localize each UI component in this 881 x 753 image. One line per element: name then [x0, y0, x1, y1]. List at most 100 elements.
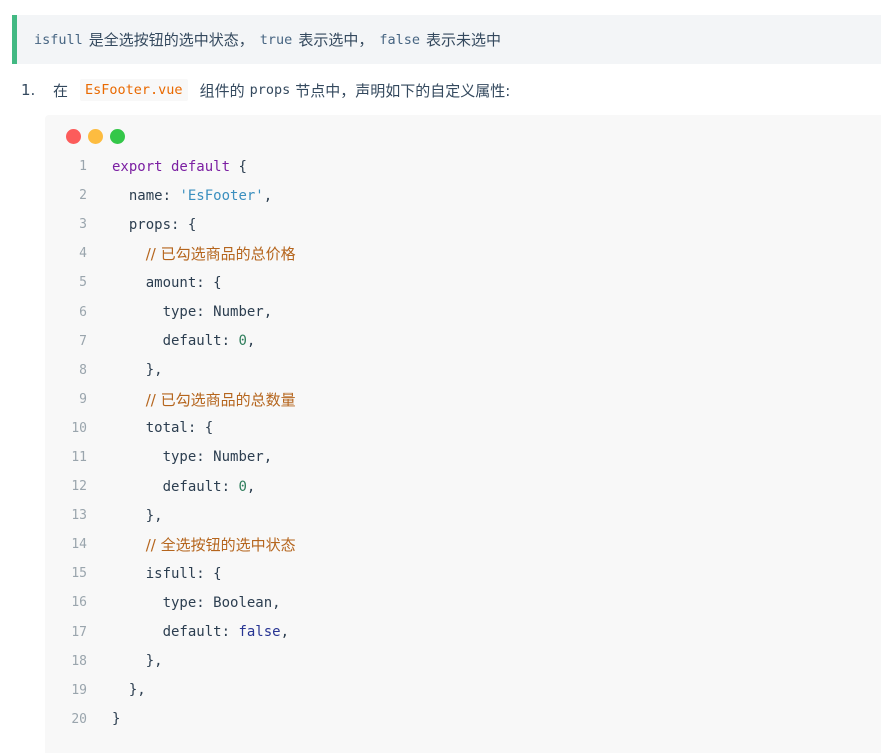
line-number: 20	[71, 711, 87, 727]
code-text: },	[112, 508, 163, 524]
code-token-comment: // 已勾选商品的总价格	[145, 245, 296, 264]
code-line: 2 name: 'EsFooter',	[45, 181, 881, 210]
tip-note: isfull 是全选按钮的选中状态， true 表示选中， false 表示未选…	[12, 15, 881, 64]
tip-text-1: 是全选按钮的选中状态，	[88, 31, 254, 49]
code-line: 6 type: Number,	[45, 297, 881, 326]
code-token-number: 0	[238, 333, 247, 350]
code-line: 11 type: Number,	[45, 443, 881, 472]
inline-code-true: true	[259, 31, 293, 48]
code-token-class: Number	[213, 304, 264, 321]
code-token-plain: type	[162, 449, 197, 466]
code-token-number: 0	[238, 478, 247, 495]
line-number: 11	[71, 449, 87, 465]
line-number: 18	[71, 653, 87, 669]
code-text: type: Number,	[112, 449, 273, 466]
code-token-plain: default	[162, 333, 222, 350]
code-text: default: 0,	[112, 478, 256, 495]
code-token-punct: {	[230, 158, 247, 175]
code-token-plain: default	[162, 624, 222, 641]
code-token-punct: :	[196, 594, 214, 611]
code-text: total: {	[112, 420, 213, 436]
line-number: 9	[79, 391, 87, 407]
code-text: },	[112, 362, 163, 378]
line-number: 17	[71, 624, 87, 640]
code-token-punct: :	[221, 624, 239, 641]
line-number: 5	[79, 275, 87, 291]
code-token-punct: },	[128, 682, 146, 699]
code-token-punct: }	[112, 711, 121, 728]
props-code: props	[249, 82, 291, 98]
line-number: 2	[79, 188, 87, 204]
code-token-plain: type	[162, 594, 197, 611]
code-token-punct: },	[145, 507, 163, 524]
code-text: // 全选按钮的选中状态	[112, 534, 296, 555]
list-text-mid: 组件的	[199, 81, 245, 100]
code-token-punct: },	[145, 362, 163, 379]
code-token-class: Number	[213, 449, 264, 466]
code-token-bool: false	[238, 624, 281, 641]
line-number: 14	[71, 537, 87, 553]
code-token-plain: total	[145, 420, 188, 437]
code-line: 15 isfull: {	[45, 559, 881, 588]
code-token-comment: // 已勾选商品的总数量	[145, 390, 296, 409]
list-item: 1. 在 EsFooter.vue 组件的 props 节点中，声明如下的自定义…	[21, 77, 510, 103]
line-number: 13	[71, 508, 87, 524]
code-line: 19 },	[45, 676, 881, 705]
list-number: 1.	[21, 81, 36, 99]
list-text-prefix: 在	[53, 81, 69, 100]
code-text: default: 0,	[112, 333, 256, 350]
code-lines: 1 export default {2 name: 'EsFooter', 3 pr…	[45, 152, 881, 734]
code-text: }	[112, 711, 120, 727]
code-text: amount: {	[112, 275, 222, 291]
code-line: 18 },	[45, 647, 881, 676]
code-token-punct: : {	[196, 274, 222, 291]
line-number: 12	[71, 479, 87, 495]
code-line: 20}	[45, 705, 881, 734]
code-token-keyword: export default	[112, 158, 231, 175]
code-block: 1 export default {2 name: 'EsFooter', 3 pr…	[45, 115, 881, 753]
tip-text-2: 表示选中，	[298, 31, 374, 49]
list-text-suffix: 节点中，声明如下的自定义属性:	[295, 81, 511, 100]
code-token-punct: ,	[280, 624, 290, 641]
code-token-punct: ,	[263, 449, 273, 466]
line-number: 15	[71, 566, 87, 582]
code-token-punct: ,	[263, 304, 273, 321]
code-line: 13 },	[45, 501, 881, 530]
green-dot-icon	[110, 129, 125, 144]
code-line: 9 // 已勾选商品的总数量	[45, 385, 881, 414]
code-line: 5 amount: {	[45, 268, 881, 297]
code-text: name: 'EsFooter',	[112, 188, 272, 204]
code-token-plain: isfull	[145, 565, 197, 582]
code-token-punct: : {	[196, 565, 222, 582]
code-text: isfull: {	[112, 566, 222, 582]
code-token-comment: // 全选按钮的选中状态	[145, 536, 296, 555]
code-text: },	[112, 653, 163, 669]
yellow-dot-icon	[88, 129, 103, 144]
code-token-punct: :	[221, 333, 239, 350]
code-token-string: 'EsFooter'	[179, 187, 264, 204]
code-text: default: false,	[112, 624, 289, 640]
line-number: 6	[79, 304, 87, 320]
code-token-punct: ,	[272, 594, 281, 611]
code-token-punct: :	[221, 478, 239, 495]
code-token-punct: ,	[263, 187, 273, 204]
code-line: 12 default: 0,	[45, 472, 881, 501]
code-token-punct: ,	[246, 333, 256, 350]
line-number: 4	[79, 246, 87, 262]
code-text: // 已勾选商品的总数量	[112, 389, 296, 410]
code-token-punct: : {	[171, 216, 197, 233]
code-token-plain: type	[162, 304, 197, 321]
code-line: 17 default: false,	[45, 618, 881, 647]
